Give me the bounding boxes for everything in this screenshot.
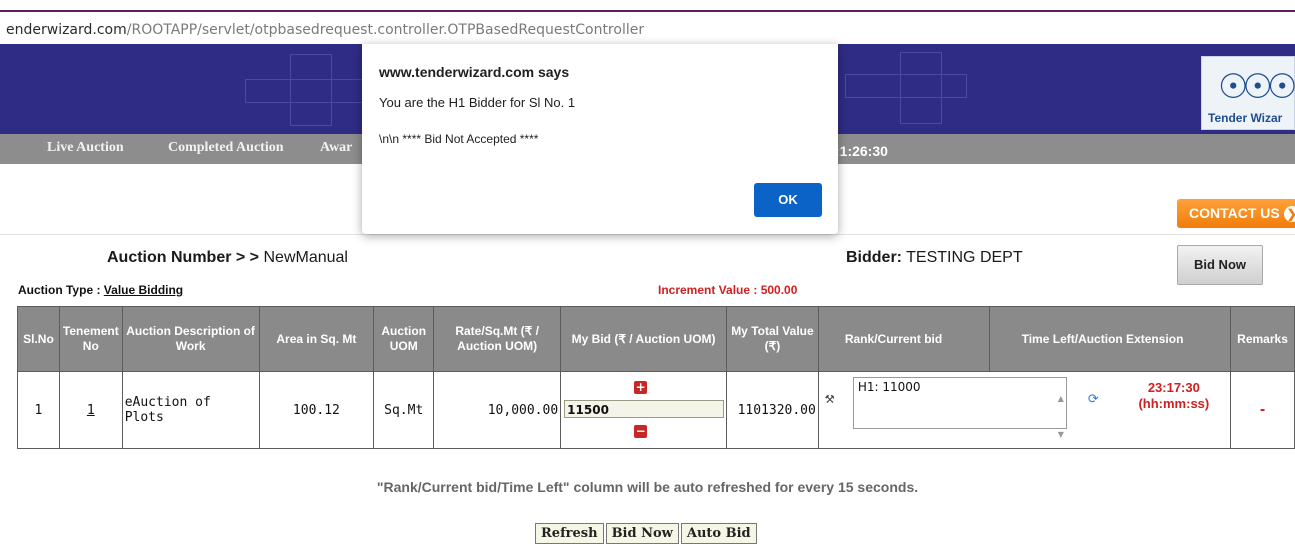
cell-my-bid: + 11500 − [560,371,728,449]
time-left-unit: (hh:mm:ss) [1138,396,1210,411]
logo-label: Tender Wizar [1208,111,1283,125]
window-top-border [0,10,1295,12]
cell-rank-time: ⚒ H1: 11000 ▲ ▼ ⟳ 23:17:30 (hh:mm:ss) [817,371,1232,449]
refresh-icon[interactable]: ⟳ [1088,392,1099,407]
auction-type-label: Auction Type : [18,283,101,297]
table-header-row: Sl.No Tenement No Auction Description of… [17,306,1295,372]
refresh-button[interactable]: Refresh [535,523,604,544]
rank-text: H1: 11000 [857,380,921,394]
dialog-title: www.tenderwizard.com says [379,64,570,80]
tender-wizard-logo[interactable]: ☉☉☉ Tender Wizar [1201,56,1295,130]
url-host: enderwizard.com [6,22,127,38]
col-header-remarks: Remarks [1230,306,1295,372]
banner-decoration [900,52,942,124]
increment-value: Increment Value : 500.00 [658,283,798,297]
dialog-status: \n\n **** Bid Not Accepted **** [379,132,539,146]
bid-now-top-button[interactable]: Bid Now [1177,245,1263,285]
cell-area: 100.12 [258,371,375,449]
scrollbar-arrows[interactable]: ▲ ▼ [1058,381,1064,453]
my-bid-input[interactable]: 11500 [564,400,725,418]
auction-number-value: NewManual [263,249,348,266]
server-time: :1:26:30 [835,143,888,159]
nav-completed-auction[interactable]: Completed Auction [168,140,284,156]
nav-awarded[interactable]: Awar [320,140,352,156]
nav-live-auction[interactable]: Live Auction [47,140,124,156]
bidder-value: TESTING DEPT [906,249,1023,266]
time-left: 23:17:30 (hh:mm:ss) [1119,380,1229,412]
cell-sl-no: 1 [17,371,60,449]
people-logo-icon: ☉☉☉ [1218,68,1295,106]
contact-us-label: CONTACT US [1189,205,1280,221]
auto-refresh-note: "Rank/Current bid/Time Left" column will… [376,479,919,495]
contact-us-button[interactable]: CONTACT US❯ [1177,199,1295,228]
cell-remarks: - [1230,371,1295,449]
dialog-message: You are the H1 Bidder for Sl No. 1 [379,95,576,110]
col-header-total-value: My Total Value (₹) [726,306,819,372]
cell-total-value: 1101320.00 [726,371,819,449]
rank-time-container: ⚒ H1: 11000 ▲ ▼ ⟳ 23:17:30 (hh:mm:ss) [819,372,1230,448]
col-header-sl-no: Sl.No [17,306,60,372]
bidder-label: Bidder: [846,249,902,266]
time-left-value: 23:17:30 [1147,380,1200,395]
address-bar[interactable]: enderwizard.com/ROOTAPP/servlet/otpbased… [6,22,644,38]
cell-rate: 10,000.00 [433,371,562,449]
bid-now-button[interactable]: Bid Now [605,523,679,544]
auto-bid-button[interactable]: Auto Bid [680,523,757,544]
table-row: 1 1 eAuction of Plots 100.12 Sq.Mt 10,00… [17,371,1295,449]
auction-type-link[interactable]: Value Bidding [104,283,183,297]
auction-number: Auction Number > > NewManual [107,249,348,267]
cell-description: eAuction of Plots [121,371,260,449]
decrease-bid-icon[interactable]: − [634,425,648,438]
arrow-right-icon: ❯ [1283,206,1295,223]
col-header-my-bid: My Bid (₹ / Auction UOM) [560,306,728,372]
increase-bid-icon[interactable]: + [634,381,648,394]
col-header-uom: Auction UOM [373,306,435,372]
col-header-time-left: Time Left/Auction Extension [988,306,1232,372]
rank-textarea[interactable]: H1: 11000 ▲ ▼ [852,377,1067,439]
auction-type: Auction Type : Value Bidding [18,283,183,297]
cell-uom: Sq.Mt [373,371,435,449]
tenement-link[interactable]: 1 [58,371,123,449]
gavel-icon: ⚒ [824,388,835,407]
banner-decoration [290,54,332,126]
col-header-tenement-no: Tenement No [58,306,123,372]
alert-dialog: www.tenderwizard.com says You are the H1… [362,44,838,234]
ok-button[interactable]: OK [754,183,822,217]
bid-stepper: + 11500 − [561,372,726,448]
auction-number-label: Auction Number > > [107,249,260,266]
url-path: /ROOTAPP/servlet/otpbasedrequest.control… [126,22,645,38]
action-buttons: Refresh Bid Now Auto Bid [535,523,759,544]
divider [0,234,1295,235]
bidder: Bidder: TESTING DEPT [846,249,1023,267]
col-header-area: Area in Sq. Mt [258,306,375,372]
col-header-rank: Rank/Current bid [817,306,990,372]
col-header-rate: Rate/Sq.Mt (₹ / Auction UOM) [433,306,562,372]
auction-table: Sl.No Tenement No Auction Description of… [17,306,1295,449]
col-header-description: Auction Description of Work [121,306,260,372]
